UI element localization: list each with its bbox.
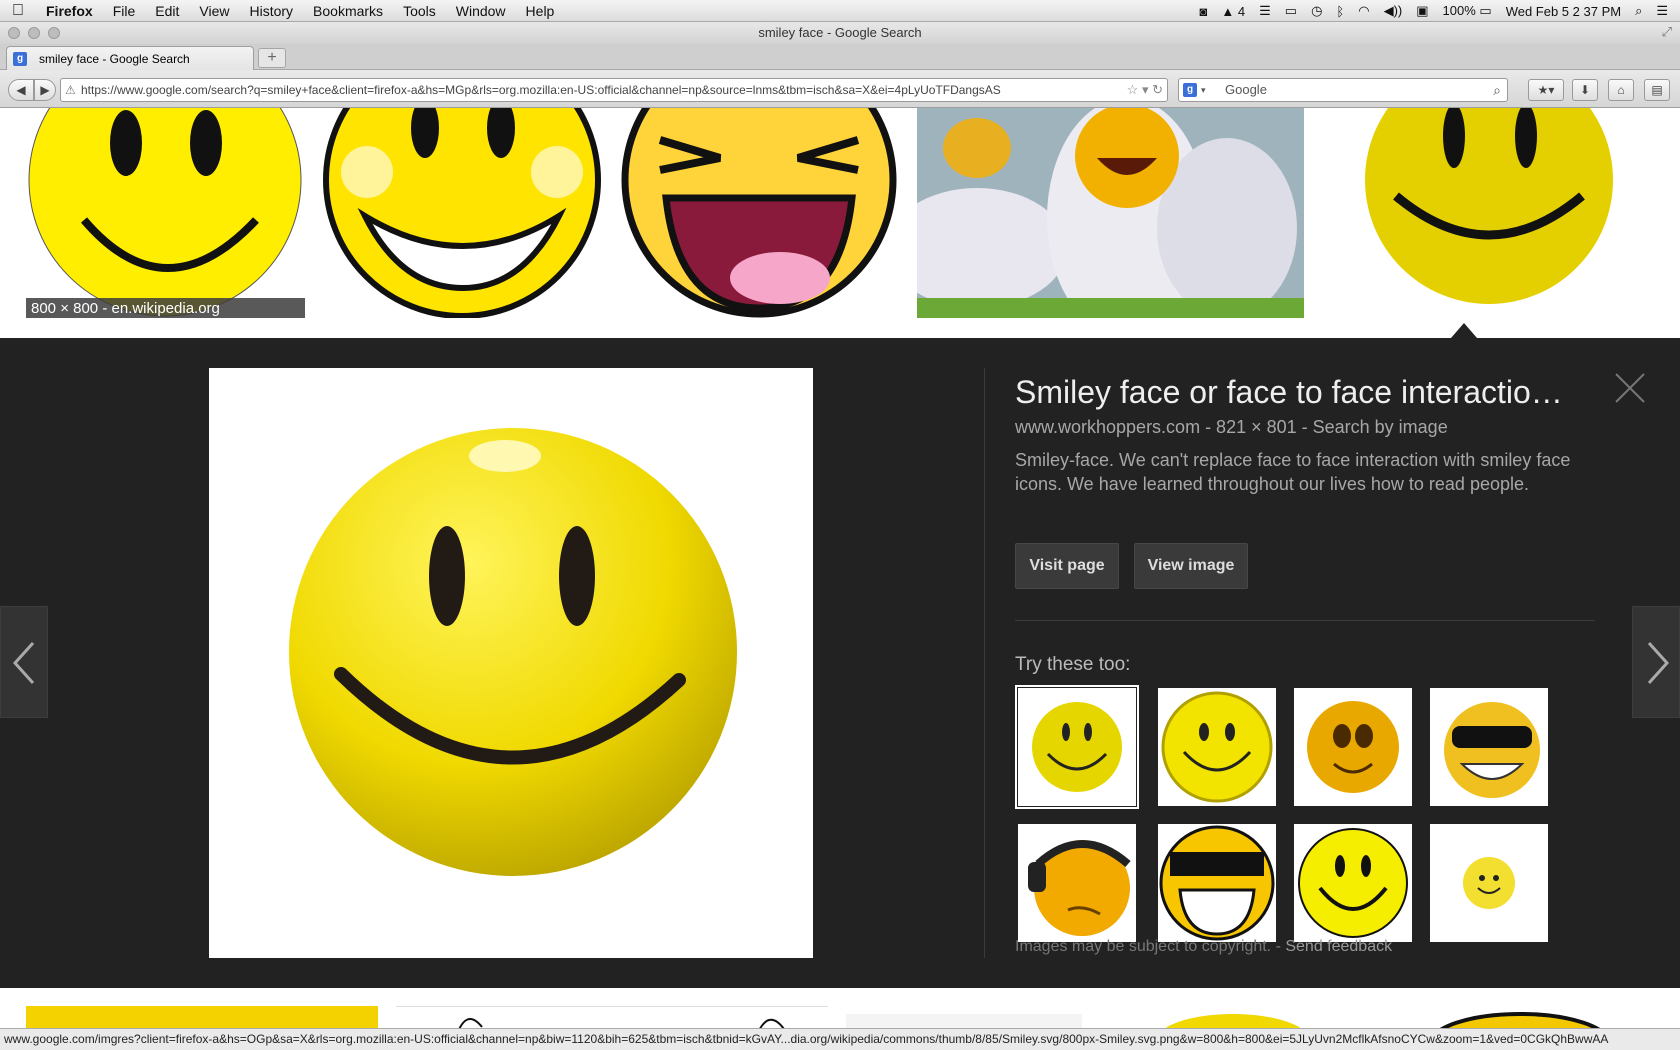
copyright-text: Images may be subject to copyright. [1015, 938, 1272, 955]
panel-divider [984, 368, 985, 958]
download-icon[interactable]: ⬇ [1572, 79, 1598, 101]
url-text: https://www.google.com/search?q=smiley+f… [81, 83, 1001, 97]
menu-tools[interactable]: Tools [393, 3, 446, 19]
new-tab-button[interactable]: + [258, 48, 286, 68]
result-thumb-10[interactable] [1384, 1006, 1656, 1028]
status-icon-memory[interactable]: ▭ [1285, 3, 1297, 19]
preview-info: Smiley face or face to face interactio… … [1015, 374, 1615, 496]
google-favicon-icon: g [13, 51, 27, 66]
related-image-5[interactable] [1018, 824, 1136, 942]
status-number: 4 [1237, 3, 1246, 19]
related-image-4[interactable] [1430, 688, 1548, 806]
copyright-notice: Images may be subject to copyright. - Se… [1015, 938, 1392, 956]
preview-title[interactable]: Smiley face or face to face interactio… [1015, 374, 1595, 411]
menu-bookmarks[interactable]: Bookmarks [303, 3, 393, 19]
status-icon-script[interactable]: ☰ [1259, 3, 1271, 19]
selected-pointer [1451, 323, 1477, 338]
tab-label: smiley face - Google Search [39, 51, 190, 66]
result-thumb-9[interactable] [1100, 1006, 1366, 1028]
preview-image[interactable] [209, 368, 813, 958]
search-icon[interactable]: ⌕ [1493, 79, 1501, 101]
apple-icon[interactable]:  [0, 2, 36, 20]
next-arrow-icon[interactable] [1632, 606, 1680, 718]
related-image-6[interactable] [1158, 824, 1276, 942]
search-bar[interactable]: g ▾ Google ⌕ [1178, 78, 1508, 102]
battery-status[interactable]: 100% ▭ [1443, 3, 1492, 19]
wifi-icon[interactable]: ◠ [1358, 3, 1369, 19]
bluetooth-icon[interactable]: ᛒ [1336, 4, 1344, 19]
menu-help[interactable]: Help [516, 3, 565, 19]
back-icon[interactable]: ◀ [8, 79, 34, 101]
view-image-button[interactable]: View image [1134, 543, 1248, 589]
copyright-separator: - [1271, 938, 1286, 955]
menu-app-firefox[interactable]: Firefox [36, 3, 103, 19]
related-image-3[interactable] [1294, 688, 1412, 806]
result-thumb-3[interactable] [620, 108, 899, 318]
battery-percent: 100% [1442, 3, 1476, 18]
result-thumb-8[interactable] [846, 1014, 1082, 1028]
navigation-bar: ◀ ▶ ⚠ https://www.google.com/search?q=sm… [0, 70, 1680, 108]
menu-bar:  Firefox File Edit View History Bookmar… [0, 0, 1680, 22]
result-thumb-4[interactable] [917, 108, 1304, 318]
visit-page-button[interactable]: Visit page [1015, 543, 1119, 589]
result-size-label: 800 × 800 - en.wikipedia.org [26, 298, 305, 318]
extension-icon[interactable]: ▤ [1644, 79, 1670, 101]
tab-strip: g smiley face - Google Search + [0, 44, 1680, 70]
image-preview-panel: Smiley face or face to face interactio… … [0, 338, 1680, 988]
clock[interactable]: Wed Feb 5 2 37 PM [1506, 4, 1621, 19]
related-image-8[interactable] [1430, 824, 1548, 942]
results-row-top: 800 × 800 - en.wikipedia.org [0, 108, 1680, 338]
result-thumb-6[interactable] [26, 1006, 378, 1028]
status-icon-adobe[interactable]: ▲ 4 [1221, 4, 1245, 19]
bookmarks-menu-icon[interactable]: ★▾ [1528, 79, 1564, 101]
url-bar[interactable]: ⚠ https://www.google.com/search?q=smiley… [60, 78, 1168, 102]
window-title-bar: smiley face - Google Search ⤢ [0, 22, 1680, 44]
preview-meta[interactable]: www.workhoppers.com - 821 × 801 - Search… [1015, 417, 1615, 438]
time-machine-icon[interactable]: ◷ [1311, 3, 1322, 19]
related-image-7[interactable] [1294, 824, 1412, 942]
menu-view[interactable]: View [189, 3, 239, 19]
status-icon-evernote[interactable]: ◙ [1200, 4, 1208, 19]
menu-window[interactable]: Window [446, 3, 516, 19]
try-these-label: Try these too: [1015, 654, 1131, 675]
volume-icon[interactable]: ◀)) [1384, 3, 1403, 19]
site-info-icon[interactable]: ⚠ [65, 79, 76, 101]
result-thumb-5[interactable] [1322, 108, 1656, 318]
preview-description: Smiley-face. We can't replace face to fa… [1015, 450, 1571, 494]
send-feedback-link[interactable]: Send feedback [1285, 938, 1392, 955]
result-thumb-7[interactable] [396, 1006, 828, 1028]
window-title: smiley face - Google Search [758, 25, 922, 40]
reload-icon[interactable]: ↻ [1152, 82, 1163, 97]
history-dropdown-icon[interactable]: ▾ [1142, 82, 1149, 97]
google-engine-icon[interactable]: g [1183, 83, 1197, 97]
search-placeholder: Google [1225, 82, 1267, 97]
results-row-bottom [0, 988, 1680, 1028]
forward-icon[interactable]: ▶ [34, 79, 56, 101]
prev-arrow-icon[interactable] [0, 606, 48, 718]
star-icon[interactable]: ☆ [1127, 82, 1139, 97]
close-icon[interactable] [1612, 370, 1648, 406]
fullscreen-icon[interactable]: ⤢ [1662, 24, 1672, 40]
status-bar: www.google.com/imgres?client=firefox-a&h… [0, 1028, 1680, 1050]
menu-file[interactable]: File [103, 3, 146, 19]
result-thumb-2[interactable] [323, 108, 602, 318]
related-image-1[interactable] [1015, 685, 1139, 809]
engine-dropdown-icon[interactable]: ▾ [1201, 79, 1206, 101]
home-icon[interactable]: ⌂ [1608, 79, 1634, 101]
tab-google-search[interactable]: g smiley face - Google Search [6, 46, 254, 70]
related-image-2[interactable] [1158, 688, 1276, 806]
menu-history[interactable]: History [239, 3, 303, 19]
spotlight-icon[interactable]: ⌕ [1635, 3, 1642, 19]
result-thumb-1[interactable]: 800 × 800 - en.wikipedia.org [26, 108, 305, 318]
info-separator [1015, 620, 1595, 621]
flag-icon[interactable]: ▣ [1416, 3, 1428, 19]
menu-edit[interactable]: Edit [145, 3, 189, 19]
notification-center-icon[interactable]: ☰ [1656, 3, 1668, 19]
status-url: www.google.com/imgres?client=firefox-a&h… [4, 1032, 1609, 1046]
